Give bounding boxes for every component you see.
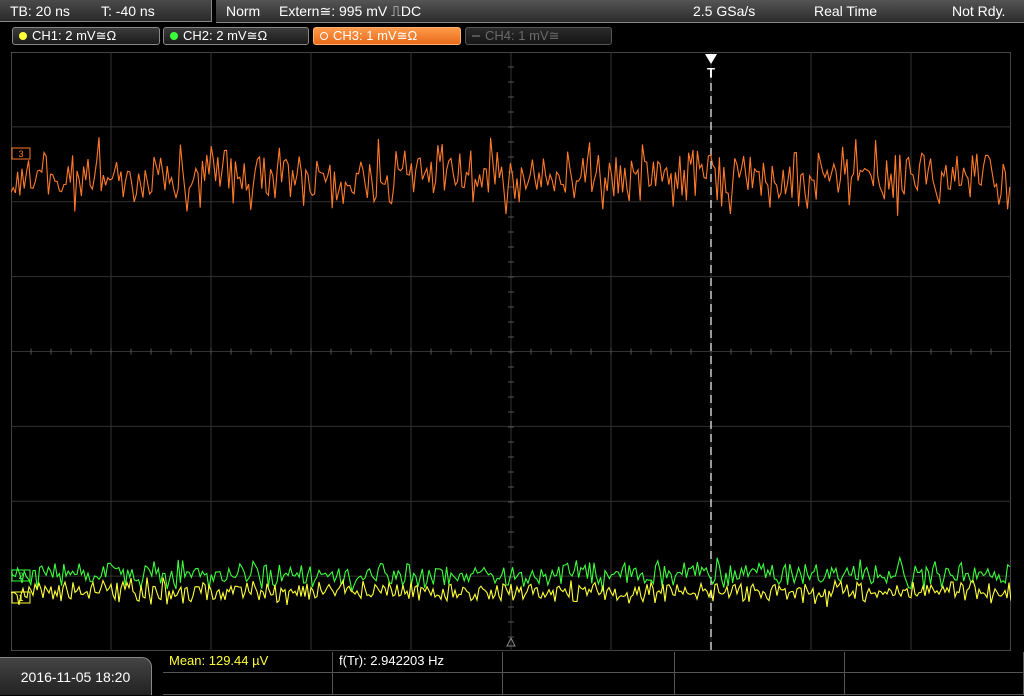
- measurement-slot-4[interactable]: [675, 652, 845, 673]
- timebase-label: TB: 20 ns: [10, 3, 70, 19]
- top-status-bar: TB: 20 ns T: -40 ns Norm Extern≅: 995 mV…: [0, 0, 1024, 24]
- trigger-source: Extern≅: 995 mV ⎍DC: [279, 3, 422, 19]
- measurement-slot-6[interactable]: [163, 673, 333, 695]
- measurement-slot-8[interactable]: [503, 673, 675, 695]
- ch4-off-icon: [472, 35, 480, 37]
- ch4-label: CH4: 1 mV≅: [485, 28, 560, 43]
- sample-rate: 2.5 GSa/s: [693, 3, 756, 19]
- measurement-panel[interactable]: Mean: 129.44 µV f(Tr): 2.942203 Hz: [163, 652, 1024, 695]
- trigger-marker-label: T: [707, 65, 715, 80]
- channel-tab-ch1[interactable]: CH1: 2 mV≅Ω: [12, 27, 160, 45]
- channel-tab-ch3[interactable]: CH3: 1 mV≅Ω: [313, 27, 461, 45]
- ch2-label: CH2: 2 mV≅Ω: [183, 28, 268, 43]
- ch3-color-icon: [320, 32, 328, 40]
- date-time: 2016-11-05 18:20: [20, 669, 131, 685]
- ch1-marker-label: 1: [18, 593, 23, 603]
- waveform-display[interactable]: T 3 2 1: [11, 52, 1011, 651]
- ch1-label: CH1: 2 mV≅Ω: [32, 28, 117, 43]
- ch1-color-icon: [19, 32, 27, 40]
- measurement-slot-5[interactable]: [845, 652, 1024, 673]
- channel-tab-ch2[interactable]: CH2: 2 mV≅Ω: [163, 27, 309, 45]
- ready-state: Not Rdy.: [952, 3, 1006, 19]
- measurement-slot-10[interactable]: [845, 673, 1024, 695]
- frequency-measurement[interactable]: f(Tr): 2.942203 Hz: [333, 652, 503, 673]
- ch2-marker-label: 2: [18, 571, 23, 581]
- channel-tab-ch4[interactable]: CH4: 1 mV≅: [465, 27, 612, 45]
- trigger-mode: Norm: [226, 3, 261, 19]
- timebase-box[interactable]: TB: 20 ns T: -40 ns: [0, 0, 212, 22]
- channel-bar: CH1: 2 mV≅Ω CH2: 2 mV≅Ω CH3: 1 mV≅Ω CH4:…: [0, 24, 1024, 48]
- date-time-box[interactable]: 2016-11-05 18:20: [0, 657, 152, 695]
- measurement-slot-7[interactable]: [333, 673, 503, 695]
- ch3-label: CH3: 1 mV≅Ω: [333, 28, 418, 43]
- ch3-marker-label: 3: [18, 149, 23, 159]
- acquisition-mode: Real Time: [814, 3, 878, 19]
- mean-measurement[interactable]: Mean: 129.44 µV: [163, 652, 333, 673]
- ch2-color-icon: [170, 32, 178, 40]
- measurement-slot-9[interactable]: [675, 673, 845, 695]
- acquisition-status[interactable]: Norm Extern≅: 995 mV ⎍DC 2.5 GSa/s Real …: [216, 0, 1024, 23]
- measurement-slot-3[interactable]: [503, 652, 675, 673]
- time-offset-label: T: -40 ns: [101, 3, 155, 19]
